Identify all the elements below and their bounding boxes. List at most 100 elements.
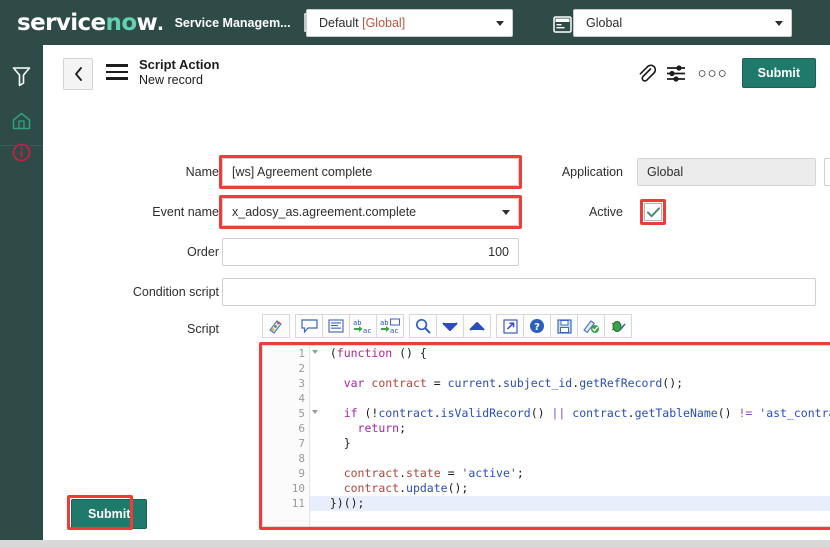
syntax-check-icon[interactable] xyxy=(577,314,605,338)
save-icon[interactable] xyxy=(550,314,578,338)
editor-code-area[interactable]: (function () { var contract = current.su… xyxy=(310,346,830,526)
chevron-down-icon xyxy=(502,210,510,215)
line-number: 6 xyxy=(298,422,305,435)
info-icon[interactable] xyxy=(0,137,43,168)
logo-dot: . xyxy=(157,9,164,35)
code-line[interactable] xyxy=(310,391,830,406)
code-line[interactable]: contract.state = 'active'; xyxy=(310,466,830,481)
code-token: function xyxy=(336,346,393,360)
code-token: })(); xyxy=(316,496,365,510)
line-number: 5 xyxy=(263,406,318,421)
code-line[interactable]: (function () { xyxy=(310,346,830,361)
event-name-select[interactable]: x_adosy_as.agreement.complete xyxy=(222,198,519,226)
sliders-icon[interactable] xyxy=(661,58,691,88)
line-number: 1 xyxy=(263,346,318,361)
expand-icon[interactable] xyxy=(496,314,524,338)
form-title-block: Script Action New record xyxy=(139,57,219,88)
line-number: 7 xyxy=(298,437,305,450)
info-circle-icon[interactable] xyxy=(824,158,830,186)
code-line[interactable]: })(); xyxy=(310,496,830,511)
code-token: getTableName xyxy=(634,406,718,420)
code-token: . xyxy=(399,481,407,495)
hamburger-icon[interactable] xyxy=(106,64,128,80)
help-icon[interactable]: ? xyxy=(523,314,551,338)
record-form-content: Script Action New record ○○○ Submit Name… xyxy=(43,45,830,540)
code-token: current xyxy=(447,376,497,390)
code-token: return xyxy=(357,421,400,435)
code-token: () xyxy=(717,406,739,420)
line-number: 2 xyxy=(298,362,305,375)
script-code-editor[interactable]: 1 2 3 4 5 6 7 8 9 10 11 (function () { var contrac… xyxy=(262,345,830,527)
debug-icon[interactable] xyxy=(604,314,632,338)
code-token: () xyxy=(530,406,552,420)
condition-script-label: Condition script xyxy=(132,285,219,299)
chevron-down-icon[interactable] xyxy=(436,314,464,338)
line-number: 10 xyxy=(291,482,305,495)
back-button[interactable] xyxy=(63,58,93,90)
chevron-up-icon[interactable] xyxy=(463,314,491,338)
application-label: Application xyxy=(561,165,623,179)
application-scope-selector[interactable]: Default [Global] xyxy=(306,9,513,37)
code-token: contract xyxy=(371,376,427,390)
domain-selector[interactable]: Global xyxy=(573,9,792,37)
toolbar-group-edit: ab ac ab ac xyxy=(295,314,404,338)
code-token: ; xyxy=(516,466,524,480)
submit-button-bottom[interactable]: Submit xyxy=(71,499,148,529)
condition-script-input[interactable] xyxy=(222,278,816,306)
rail-divider xyxy=(0,145,43,146)
paperclip-icon[interactable] xyxy=(631,58,661,88)
ellipsis-icon[interactable]: ○○○ xyxy=(691,65,733,82)
code-token: 'active' xyxy=(461,466,517,480)
home-icon[interactable] xyxy=(0,105,43,136)
indent-icon[interactable] xyxy=(322,314,350,338)
script-label: Script xyxy=(187,322,219,336)
logo-text-service: service xyxy=(17,10,106,36)
replace-all-icon[interactable]: ab ac xyxy=(376,314,404,338)
format-script-icon[interactable] xyxy=(262,314,290,338)
code-line[interactable] xyxy=(310,451,830,466)
code-token: = xyxy=(426,376,448,390)
code-token: (! xyxy=(357,406,379,420)
line-number: 3 xyxy=(298,377,305,390)
script-editor-toolbar: ab ac ab ac ? xyxy=(262,314,637,338)
code-line[interactable]: return; xyxy=(310,421,830,436)
code-line[interactable]: } xyxy=(310,436,830,451)
replace-icon[interactable]: ab ac xyxy=(349,314,377,338)
filter-icon[interactable] xyxy=(0,61,43,92)
code-token: var xyxy=(343,376,365,390)
submit-button-top[interactable]: Submit xyxy=(741,58,816,88)
svg-text:?: ? xyxy=(534,322,540,333)
page-subtitle: New record xyxy=(139,73,203,87)
servicenow-app-window: service n o w. Service Managem... Default [… xyxy=(0,0,830,547)
comment-icon[interactable] xyxy=(295,314,323,338)
code-line[interactable]: if (!contract.isValidRecord() || contrac… xyxy=(310,406,830,421)
active-label: Active xyxy=(588,205,623,219)
servicenow-logo[interactable]: service n o w. xyxy=(17,9,164,36)
active-checkbox[interactable] xyxy=(644,203,662,221)
code-token: subject_id xyxy=(503,376,573,390)
application-input: Global xyxy=(637,158,816,186)
line-number: 9 xyxy=(298,467,305,480)
code-token: contract xyxy=(572,406,628,420)
code-token: 'ast_contract' xyxy=(759,406,830,420)
code-token: state xyxy=(406,466,441,480)
order-input[interactable]: 100 xyxy=(222,238,519,266)
code-line[interactable] xyxy=(310,361,830,376)
line-number: 11 xyxy=(291,497,305,510)
code-line[interactable]: var contract = current.subject_id.getRef… xyxy=(310,376,830,391)
left-navigation-rail xyxy=(0,45,43,547)
code-token: . xyxy=(496,376,503,390)
window-icon[interactable] xyxy=(552,12,573,36)
code-token: ; xyxy=(399,421,407,435)
search-icon[interactable] xyxy=(409,314,437,338)
toolbar-group-find xyxy=(409,314,491,338)
page-title: Script Action xyxy=(139,57,220,72)
code-token: contract xyxy=(343,481,400,495)
code-token: getRefRecord xyxy=(579,376,663,390)
name-input[interactable]: [ws] Agreement complete xyxy=(222,158,519,186)
code-token: } xyxy=(316,436,351,450)
code-line[interactable]: contract.update(); xyxy=(310,481,830,496)
